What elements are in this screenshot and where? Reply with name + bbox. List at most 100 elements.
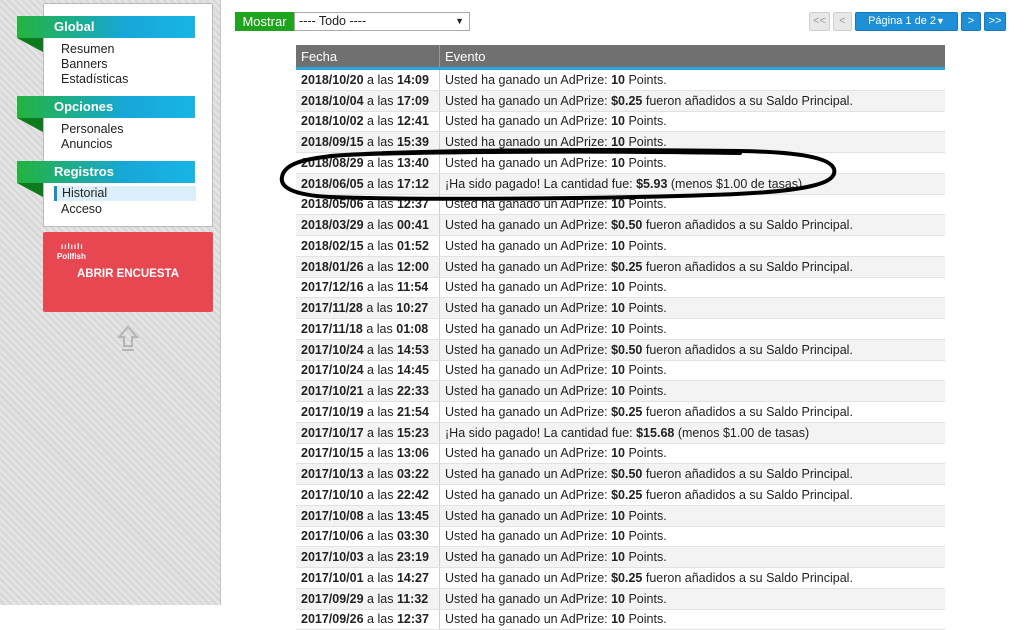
event-suffix: fueron añadidos a su Saldo Principal. [642, 570, 853, 585]
time-connector: a las [367, 363, 394, 378]
date-cell: 2017/10/15 a las 13:06 [296, 443, 440, 465]
table-row: 2018/05/06 a las 12:37 Usted ha ganado un… [296, 194, 945, 216]
table-row: 2017/09/26 a las 12:37 Usted ha ganado un… [296, 609, 945, 630]
time-connector: a las [367, 446, 394, 461]
pollfish-survey-banner[interactable]: ıılıılı Pollfish ABRIR ENCUESTA [43, 232, 213, 312]
table-row: 2017/11/18 a las 01:08 Usted ha ganado un… [296, 318, 945, 340]
event-text: Usted ha ganado un AdPrize: [445, 550, 612, 565]
event-amount: 10 [611, 155, 625, 170]
time-connector: a las [367, 135, 394, 150]
event-amount: $0.50 [611, 467, 643, 482]
event-cell: Usted ha ganado un AdPrize: $0.25 fueron… [439, 256, 945, 278]
event-suffix: Points. [625, 363, 667, 378]
event-amount: 10 [611, 612, 625, 627]
date-cell: 2017/10/19 a las 21:54 [296, 401, 440, 423]
table-row: 2017/10/19 a las 21:54 Usted ha ganado un… [296, 401, 945, 423]
open-survey-button[interactable]: ABRIR ENCUESTA [43, 268, 213, 280]
event-cell: Usted ha ganado un AdPrize: 10 Points. [439, 68, 945, 91]
table-row: 2017/10/03 a las 23:19 Usted ha ganado un… [296, 546, 945, 568]
time-value: 13:40 [396, 155, 429, 170]
event-cell: Usted ha ganado un AdPrize: $0.25 fueron… [439, 90, 945, 112]
section-fold-decoration [17, 183, 43, 197]
date-value: 2018/09/15 [301, 135, 364, 150]
table-row: 2017/10/15 a las 13:06 Usted ha ganado un… [296, 443, 945, 465]
section-header-opciones[interactable]: Opciones [17, 96, 195, 118]
event-cell: Usted ha ganado un AdPrize: $0.25 fueron… [439, 401, 945, 423]
time-value: 12:00 [396, 259, 429, 274]
event-text: Usted ha ganado un AdPrize: [445, 238, 612, 253]
event-text: Usted ha ganado un AdPrize: [445, 384, 612, 399]
time-value: 13:45 [396, 508, 429, 523]
date-value: 2018/10/20 [301, 72, 364, 87]
event-cell: ¡Ha sido pagado! La cantidad fue: $5.93 … [439, 173, 945, 195]
date-value: 2018/10/02 [301, 114, 364, 129]
event-suffix: Points. [625, 321, 667, 336]
event-amount: 10 [611, 550, 625, 565]
time-connector: a las [367, 197, 394, 212]
event-amount: $15.68 [636, 425, 675, 440]
history-table: Fecha Evento 2018/10/20 a las 14:09 Usted… [296, 45, 945, 630]
date-value: 2017/10/01 [301, 570, 364, 585]
time-connector: a las [367, 218, 394, 233]
sidebar-item-acceso[interactable]: Acceso [61, 202, 102, 217]
arrow-up-icon[interactable] [117, 325, 139, 353]
sidebar-item-anuncios[interactable]: Anuncios [61, 137, 112, 152]
sidebar-item-estadisticas[interactable]: Estadísticas [61, 72, 128, 87]
event-cell: Usted ha ganado un AdPrize: 10 Points. [439, 318, 945, 340]
last-page-button[interactable]: >> [984, 12, 1006, 31]
time-value: 14:09 [396, 72, 429, 87]
date-cell: 2017/10/01 a las 14:27 [296, 567, 440, 589]
date-value: 2017/10/10 [301, 487, 364, 502]
first-page-button[interactable]: << [809, 12, 830, 31]
event-suffix: Points. [625, 72, 667, 87]
time-connector: a las [367, 155, 394, 170]
event-text: Usted ha ganado un AdPrize: [445, 487, 612, 502]
column-header-evento: Evento [439, 45, 945, 70]
event-text: Usted ha ganado un AdPrize: [445, 363, 612, 378]
time-connector: a las [367, 404, 394, 419]
event-cell: Usted ha ganado un AdPrize: $0.25 fueron… [439, 484, 945, 506]
event-cell: Usted ha ganado un AdPrize: $0.50 fueron… [439, 463, 945, 485]
time-connector: a las [367, 570, 394, 585]
prev-page-button[interactable]: < [833, 12, 852, 31]
event-cell: Usted ha ganado un AdPrize: 10 Points. [439, 152, 945, 174]
table-row: 2018/10/04 a las 17:09 Usted ha ganado un… [296, 90, 945, 112]
event-text: Usted ha ganado un AdPrize: [445, 135, 612, 150]
pollfish-logo-icon: ıılıılı [61, 242, 84, 251]
sidebar-item-personales[interactable]: Personales [61, 122, 124, 137]
time-value: 14:45 [396, 363, 429, 378]
event-cell: Usted ha ganado un AdPrize: 10 Points. [439, 443, 945, 465]
page-select-dropdown[interactable]: Página 1 de 2▼ [855, 12, 958, 31]
event-amount: $0.25 [611, 259, 643, 274]
time-value: 15:23 [396, 425, 429, 440]
sidebar-item-banners[interactable]: Banners [61, 57, 108, 72]
event-text: Usted ha ganado un AdPrize: [445, 280, 612, 295]
show-button[interactable]: Mostrar [235, 12, 294, 31]
next-page-button[interactable]: > [961, 12, 981, 31]
event-text: Usted ha ganado un AdPrize: [445, 218, 612, 233]
date-cell: 2018/03/29 a las 00:41 [296, 214, 440, 236]
event-suffix: Points. [625, 550, 667, 565]
time-value: 03:22 [396, 467, 429, 482]
event-suffix: fueron añadidos a su Saldo Principal. [642, 404, 853, 419]
table-row: 2018/10/02 a las 12:41 Usted ha ganado un… [296, 111, 945, 133]
table-row: 2017/10/01 a las 14:27 Usted ha ganado un… [296, 567, 945, 589]
time-value: 17:12 [396, 176, 429, 191]
section-header-global[interactable]: Global [17, 16, 195, 38]
event-cell: Usted ha ganado un AdPrize: $0.50 fueron… [439, 214, 945, 236]
event-text: Usted ha ganado un AdPrize: [445, 591, 612, 606]
section-header-registros[interactable]: Registros [17, 161, 195, 183]
event-cell: Usted ha ganado un AdPrize: 10 Points. [439, 297, 945, 319]
section-fold-decoration [17, 38, 43, 52]
sidebar-item-resumen[interactable]: Resumen [61, 42, 115, 57]
event-amount: 10 [611, 508, 625, 523]
event-suffix: fueron añadidos a su Saldo Principal. [642, 259, 853, 274]
event-cell: Usted ha ganado un AdPrize: 10 Points. [439, 526, 945, 548]
time-value: 23:19 [396, 550, 429, 565]
event-amount: 10 [611, 321, 625, 336]
time-connector: a las [367, 529, 394, 544]
sidebar-item-historial[interactable]: Historial [54, 186, 196, 201]
event-filter-select[interactable]: ---- Todo ---- ▼ [294, 12, 470, 31]
event-amount: 10 [611, 72, 625, 87]
event-suffix: fueron añadidos a su Saldo Principal. [642, 467, 853, 482]
